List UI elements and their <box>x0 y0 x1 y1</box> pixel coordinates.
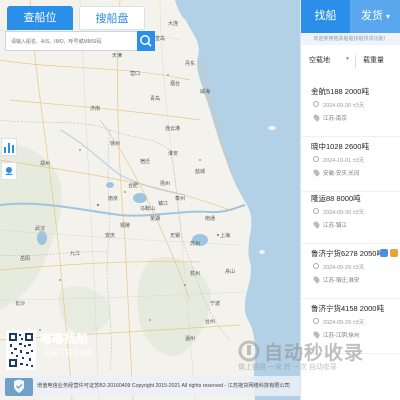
filter-empty-port[interactable]: 空载地 <box>309 55 330 65</box>
location-pin-icon <box>312 113 321 122</box>
promo-title: 嘟嘟找船 <box>40 332 89 346</box>
ship-time: 2024-09-30 ±3天 <box>323 103 365 109</box>
search-button[interactable] <box>137 31 155 51</box>
watermark-logo-icon <box>238 340 260 362</box>
ship-time: 2024-09-30 ±3天 <box>323 210 365 216</box>
filter-bar: 空载地 ▼ 载重量 <box>305 55 397 71</box>
clock-icon <box>313 101 319 107</box>
clock-icon <box>313 156 319 162</box>
weather-tool[interactable] <box>1 162 17 180</box>
search-input[interactable] <box>6 32 141 52</box>
notice-text: 欢迎使用拖驳船舶找船找货功能！ <box>301 33 400 45</box>
ship-list-item[interactable]: 鲁济宁货6278 2050吨 2024-09-29 ±3天 江苏-宿迁,淮安 <box>301 248 400 299</box>
footer: 增值电信业务经营许可证苏B2-20160409 Copyright 2015-2… <box>0 376 300 396</box>
search-tabs: 查船位 搜船盘 <box>7 6 145 30</box>
watermark-subtitle: 做上链接 一来 即 一次 自动收录 <box>238 364 337 371</box>
search-box <box>5 31 155 52</box>
location-pin-icon <box>312 275 321 284</box>
location-pin-icon <box>312 168 321 177</box>
ship-list-item[interactable]: 金航5188 2000吨 2024-09-30 ±3天 江苏-南京 <box>301 86 400 137</box>
panel-tabs: 找船 发货 ▾ <box>301 0 400 33</box>
promo-subtitle: 扫描下载手机版 <box>44 350 93 357</box>
shield-icon <box>14 379 24 393</box>
tab-find-ship[interactable]: 找船 <box>301 0 350 33</box>
ship-time: 2024-10-01 ±3天 <box>323 158 365 164</box>
location-pin-icon <box>312 220 321 229</box>
ship-list-item[interactable]: 隆运88 8000吨 2024-09-30 ±3天 江苏-镇江 <box>301 193 400 244</box>
certified-badge-icon <box>380 249 388 257</box>
ship-list-item[interactable]: 晓中1028 2600吨 2024-10-01 ±3天 安徽-安庆,长冈 <box>301 141 400 192</box>
tab-send-cargo[interactable]: 发货 ▾ <box>350 0 400 33</box>
tab-ship-position[interactable]: 查船位 <box>7 6 73 30</box>
filter-empty-port-label: 空载地 <box>309 57 330 64</box>
weather-icon <box>5 167 13 175</box>
verified-badge-icon <box>390 249 398 257</box>
ship-time: 2024-09-29 ±3天 <box>323 320 365 326</box>
ship-route: 江苏-镇江 <box>323 223 347 229</box>
qr-code-graphic <box>7 331 35 369</box>
filter-tonnage-label: 载重量 <box>363 57 384 64</box>
qr-code <box>6 330 36 370</box>
clock-icon <box>313 318 319 324</box>
search-icon <box>140 35 152 47</box>
caret-down-icon: ▼ <box>345 56 350 62</box>
ship-route: 江苏-南京 <box>323 116 347 122</box>
clock-icon <box>313 208 319 214</box>
tab-ship-board[interactable]: 搜船盘 <box>79 6 145 30</box>
footer-text: 增值电信业务经营许可证苏B2-20160409 Copyright 2015-2… <box>37 383 290 389</box>
license-badge[interactable] <box>5 378 33 396</box>
ship-route: 江苏-宿迁,淮安 <box>323 278 360 284</box>
ship-name: 鲁济宁货6278 2050吨 <box>311 249 384 258</box>
statistics-tool[interactable] <box>1 138 17 156</box>
ship-name: 晓中1028 2600吨 <box>311 142 369 151</box>
watermark-text: 自动秒收录 <box>264 343 365 364</box>
tab-send-cargo-label: 发货 <box>360 10 383 22</box>
clock-icon <box>313 263 319 269</box>
ship-name: 鲁济宁货4158 2000吨 <box>311 304 384 313</box>
filter-tonnage[interactable]: 载重量 <box>363 55 384 65</box>
ship-name: 金航5188 2000吨 <box>311 87 369 96</box>
ship-route: 安徽-安庆,长冈 <box>323 171 360 177</box>
ship-name: 隆运88 8000吨 <box>311 194 361 203</box>
chevron-down-icon: ▾ <box>386 12 391 21</box>
filter-divider <box>355 55 356 69</box>
ship-time: 2024-09-29 ±3天 <box>323 265 365 271</box>
bar-chart-icon <box>4 143 14 153</box>
